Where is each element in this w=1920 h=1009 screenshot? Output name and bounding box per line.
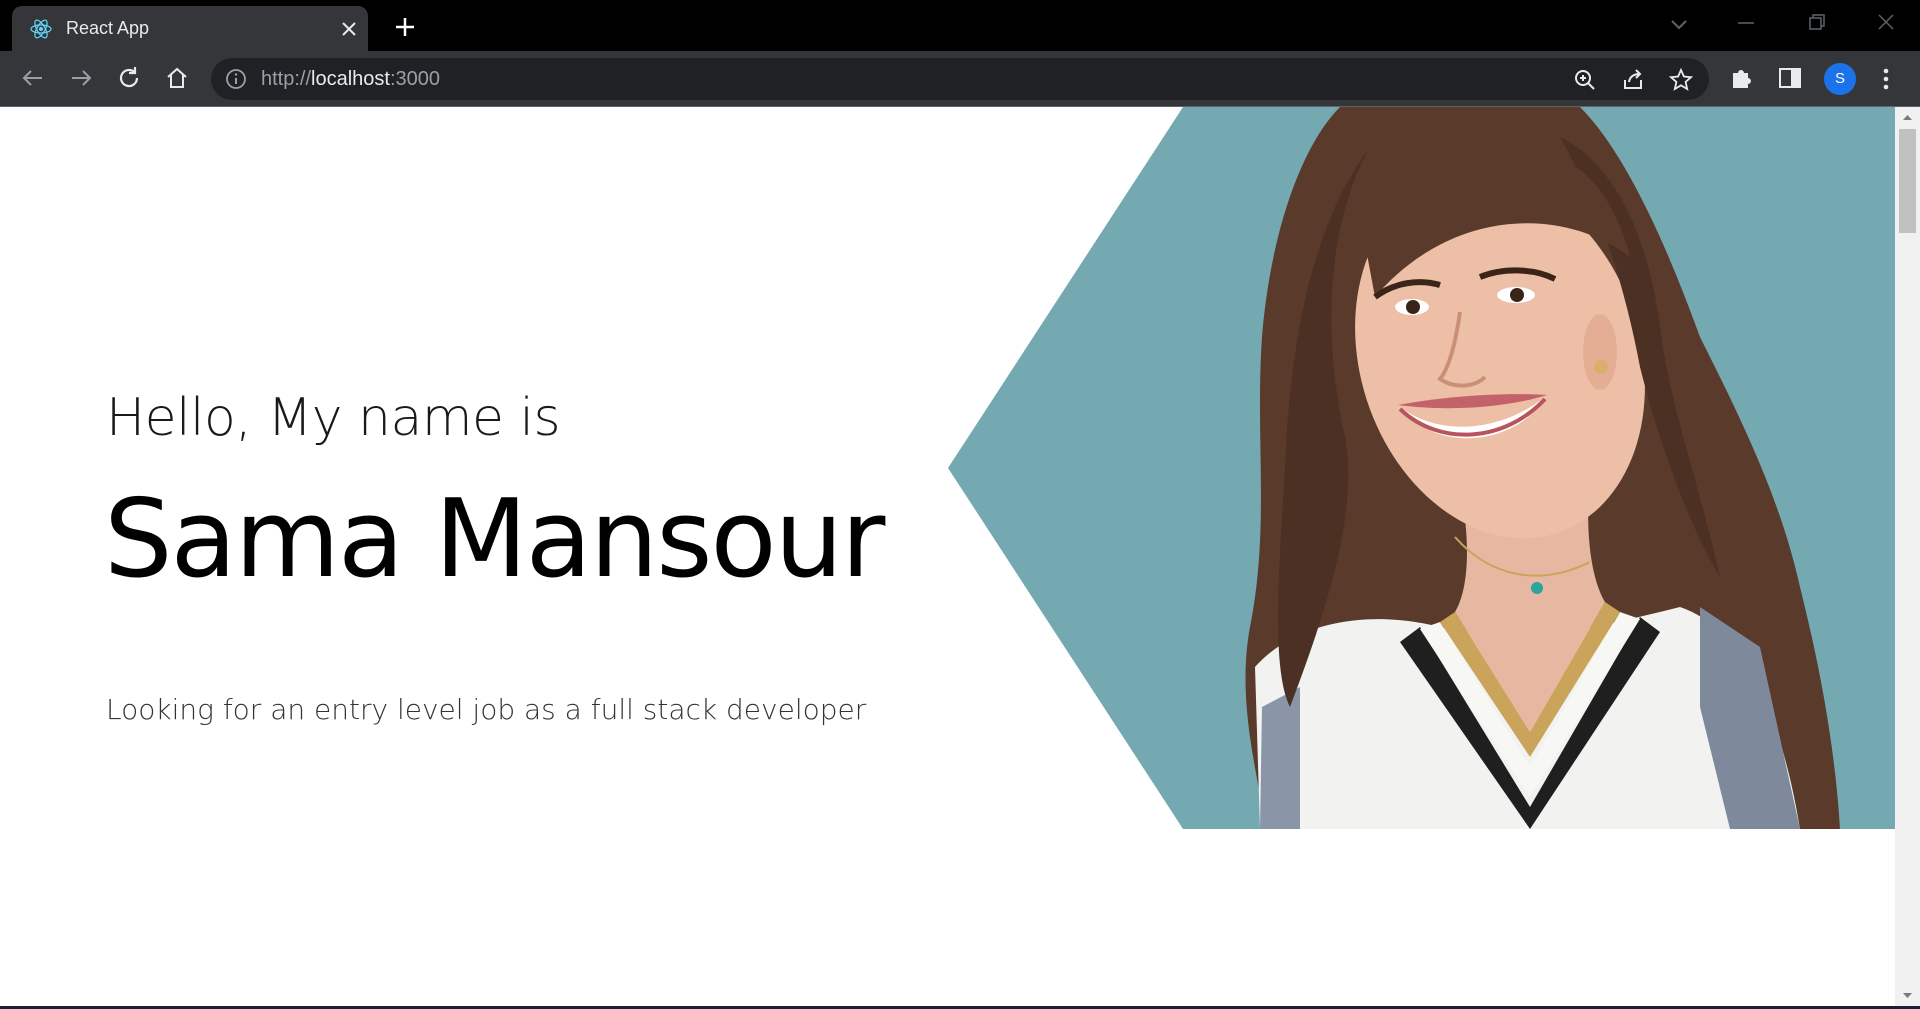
window-close-icon[interactable] [1866, 8, 1906, 38]
forward-arrow-icon[interactable] [66, 63, 96, 93]
share-icon[interactable] [1620, 67, 1646, 93]
url-text: http://localhost:3000 [261, 68, 441, 90]
extensions-puzzle-icon[interactable] [1728, 64, 1756, 92]
new-tab-icon[interactable] [390, 12, 420, 42]
react-logo-icon [30, 19, 52, 39]
side-panel-icon[interactable] [1776, 64, 1804, 92]
tab-title: React App [66, 18, 150, 38]
page-scrollbar[interactable] [1895, 107, 1920, 1006]
scroll-thumb[interactable] [1899, 129, 1916, 233]
scroll-up-arrow-icon[interactable] [1895, 107, 1920, 127]
profile-avatar[interactable]: S [1824, 63, 1856, 95]
zoom-icon[interactable] [1572, 67, 1598, 93]
bookmark-star-icon[interactable] [1668, 67, 1694, 93]
close-tab-icon[interactable] [338, 18, 360, 40]
restore-icon[interactable] [1796, 8, 1836, 38]
browser-title-bar: React App [0, 0, 1920, 51]
hero-greeting: Hello, My name is [106, 388, 561, 448]
back-arrow-icon[interactable] [18, 63, 48, 93]
browser-toolbar: http://localhost:3000 S [0, 51, 1920, 106]
minimize-icon[interactable] [1726, 8, 1766, 38]
address-bar[interactable]: http://localhost:3000 [211, 58, 1709, 100]
kebab-menu-icon[interactable] [1872, 64, 1900, 94]
hero-name: Sama Mansour [104, 477, 885, 602]
home-icon[interactable] [162, 63, 192, 93]
hero-tagline: Looking for an entry level job as a full… [106, 693, 867, 726]
site-info-icon[interactable] [225, 68, 247, 90]
browser-tab[interactable]: React App [12, 6, 368, 51]
chevron-down-icon[interactable] [1665, 12, 1693, 36]
scroll-down-arrow-icon[interactable] [1895, 986, 1920, 1006]
page-viewport: Hello, My name is Sama Mansour Looking f… [0, 107, 1895, 1006]
reload-icon[interactable] [114, 63, 144, 93]
